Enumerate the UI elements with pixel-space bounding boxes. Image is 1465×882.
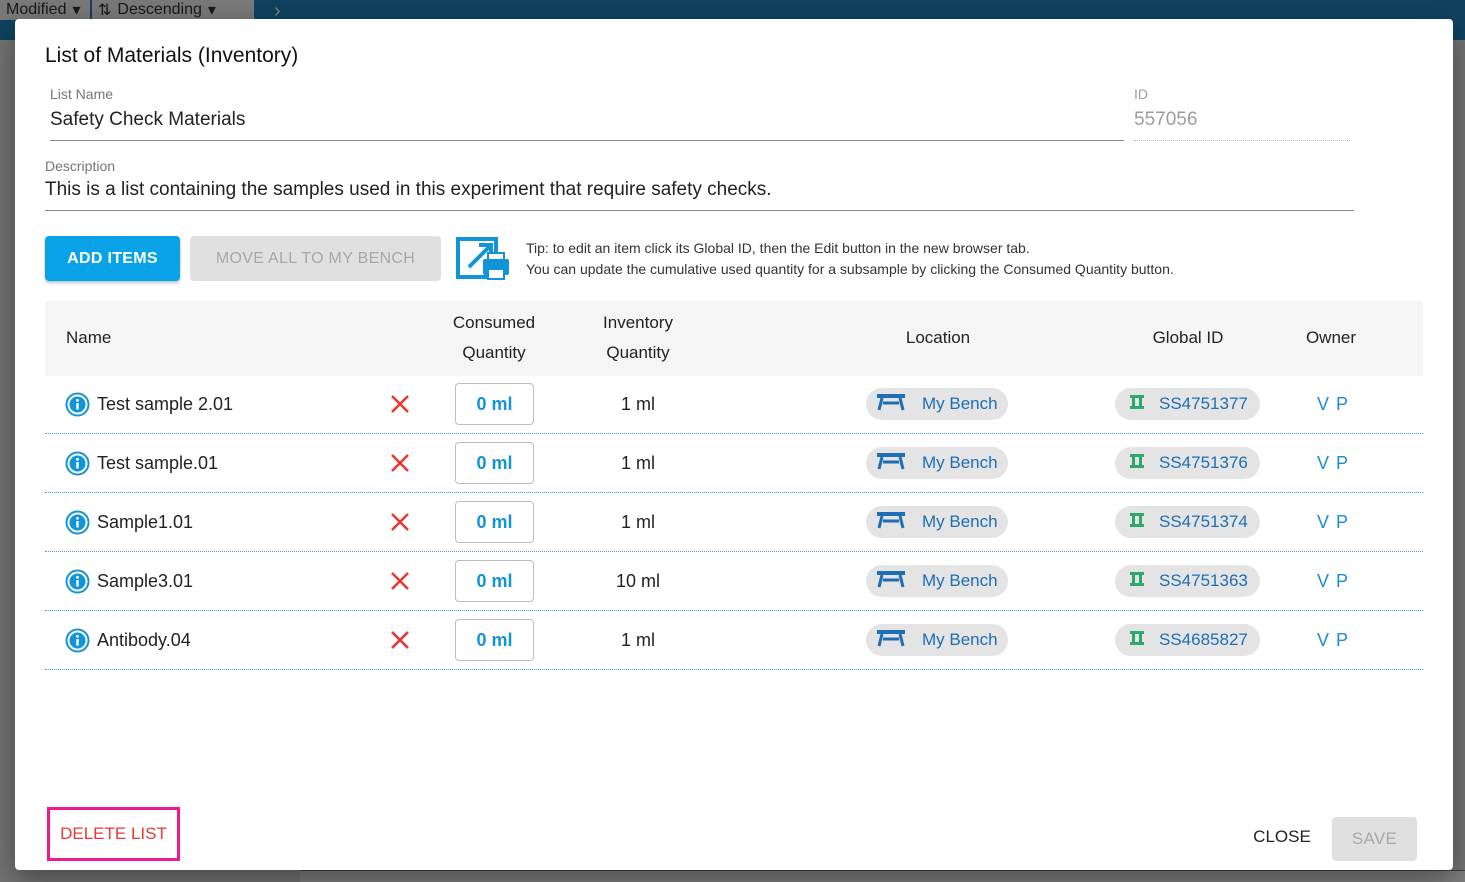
- global-id-chip[interactable]: SS4751374: [1115, 506, 1260, 538]
- table-row: Antibody.04 0 ml 1 ml My Bench SS4685827…: [45, 611, 1423, 670]
- save-button[interactable]: SAVE: [1332, 817, 1417, 861]
- id-underline: [1134, 140, 1350, 141]
- consumed-quantity-button[interactable]: 0 ml: [455, 619, 534, 661]
- subsample-icon: [1129, 512, 1145, 532]
- edit-print-icon: [455, 233, 513, 283]
- location-label: My Bench: [922, 571, 998, 590]
- owner-link[interactable]: V P: [1317, 394, 1349, 415]
- table-row: Test sample.01 0 ml 1 ml My Bench SS4751…: [45, 434, 1423, 493]
- header-inventory-line1: Inventory: [603, 313, 673, 332]
- header-inventory-quantity[interactable]: Inventory Quantity: [588, 308, 688, 368]
- table-row: Sample1.01 0 ml 1 ml My Bench SS4751374 …: [45, 493, 1423, 552]
- tip-text: Tip: to edit an item click its Global ID…: [526, 238, 1174, 280]
- bench-icon: [876, 629, 906, 652]
- list-name-field[interactable]: Safety Check Materials: [50, 109, 245, 131]
- location-chip[interactable]: My Bench: [866, 565, 1008, 597]
- consumed-quantity-button[interactable]: 0 ml: [455, 442, 534, 484]
- global-id-link: SS4751377: [1159, 394, 1248, 413]
- global-id-chip[interactable]: SS4751363: [1115, 565, 1260, 597]
- inventory-quantity: 1 ml: [620, 630, 655, 650]
- subsample-icon: [1129, 571, 1145, 591]
- bench-icon: [876, 511, 906, 534]
- table-row: Test sample 2.01 0 ml 1 ml My Bench SS47…: [45, 375, 1423, 434]
- owner-link[interactable]: V P: [1317, 453, 1349, 474]
- inventory-quantity: 1 ml: [620, 453, 655, 473]
- owner-link[interactable]: V P: [1317, 571, 1349, 592]
- header-consumed-line2: Quantity: [462, 343, 526, 362]
- global-id-link: SS4751376: [1159, 453, 1248, 472]
- location-chip[interactable]: My Bench: [866, 388, 1008, 420]
- location-label: My Bench: [922, 512, 998, 531]
- close-x-icon[interactable]: [390, 571, 410, 591]
- list-name-underline: [50, 140, 1124, 141]
- row-name: Antibody.04: [97, 630, 191, 650]
- tip-line-2: You can update the cumulative used quant…: [526, 261, 1174, 277]
- consumed-quantity-button[interactable]: 0 ml: [455, 560, 534, 602]
- subsample-icon: [1129, 394, 1145, 414]
- header-consumed-quantity[interactable]: Consumed Quantity: [444, 308, 544, 368]
- global-id-chip[interactable]: SS4751377: [1115, 388, 1260, 420]
- inventory-quantity: 1 ml: [620, 512, 655, 532]
- close-x-icon[interactable]: [390, 512, 410, 532]
- info-circle-icon[interactable]: [65, 451, 90, 476]
- row-name: Test sample.01: [97, 453, 219, 473]
- global-id-chip[interactable]: SS4751376: [1115, 447, 1260, 479]
- header-location[interactable]: Location: [888, 323, 988, 353]
- table-row: Sample3.01 0 ml 10 ml My Bench SS4751363…: [45, 552, 1423, 611]
- location-chip[interactable]: My Bench: [866, 506, 1008, 538]
- id-label: ID: [1134, 86, 1148, 102]
- materials-dialog: List of Materials (Inventory) List Name …: [15, 19, 1453, 870]
- header-global-id[interactable]: Global ID: [1138, 323, 1238, 353]
- location-label: My Bench: [922, 453, 998, 472]
- global-id-chip[interactable]: SS4685827: [1115, 624, 1260, 656]
- location-chip[interactable]: My Bench: [866, 447, 1008, 479]
- bench-icon: [876, 452, 906, 475]
- info-circle-icon[interactable]: [65, 628, 90, 653]
- owner-link[interactable]: V P: [1317, 630, 1349, 651]
- close-x-icon[interactable]: [390, 394, 410, 414]
- consumed-quantity-button[interactable]: 0 ml: [455, 383, 534, 425]
- location-label: My Bench: [922, 630, 998, 649]
- header-inventory-line2: Quantity: [606, 343, 670, 362]
- row-name: Sample1.01: [97, 512, 194, 532]
- row-name: Test sample 2.01: [97, 394, 234, 414]
- bench-icon: [876, 393, 906, 416]
- inventory-quantity: 10 ml: [615, 571, 660, 591]
- header-consumed-line1: Consumed: [452, 313, 536, 332]
- table-header: Name Consumed Quantity Inventory Quantit…: [45, 301, 1423, 376]
- global-id-link: SS4685827: [1159, 630, 1248, 649]
- subsample-icon: [1129, 453, 1145, 473]
- row-name: Sample3.01: [97, 571, 194, 591]
- description-label: Description: [45, 158, 116, 174]
- global-id-link: SS4751374: [1159, 512, 1248, 531]
- subsample-icon: [1129, 630, 1145, 650]
- list-name-label: List Name: [50, 86, 114, 102]
- global-id-link: SS4751363: [1159, 571, 1248, 590]
- dialog-title: List of Materials (Inventory): [45, 44, 299, 67]
- info-circle-icon[interactable]: [65, 392, 90, 417]
- close-button[interactable]: CLOSE: [1240, 819, 1324, 855]
- tip-line-1: Tip: to edit an item click its Global ID…: [526, 240, 1030, 256]
- info-circle-icon[interactable]: [65, 510, 90, 535]
- header-owner[interactable]: Owner: [1281, 323, 1381, 353]
- close-x-icon[interactable]: [390, 453, 410, 473]
- owner-link[interactable]: V P: [1317, 512, 1349, 533]
- consumed-quantity-button[interactable]: 0 ml: [455, 501, 534, 543]
- location-label: My Bench: [922, 394, 998, 413]
- description-field[interactable]: This is a list containing the samples us…: [45, 179, 772, 201]
- inventory-quantity: 1 ml: [620, 394, 655, 414]
- id-field: 557056: [1134, 109, 1198, 130]
- header-name[interactable]: Name: [66, 323, 111, 353]
- add-items-button[interactable]: ADD ITEMS: [45, 236, 180, 281]
- close-x-icon[interactable]: [390, 630, 410, 650]
- description-underline: [45, 210, 1354, 211]
- bench-icon: [876, 570, 906, 593]
- delete-list-button[interactable]: DELETE LIST: [47, 807, 180, 861]
- info-circle-icon[interactable]: [65, 569, 90, 594]
- move-all-to-bench-button[interactable]: MOVE ALL TO MY BENCH: [190, 236, 441, 281]
- location-chip[interactable]: My Bench: [866, 624, 1008, 656]
